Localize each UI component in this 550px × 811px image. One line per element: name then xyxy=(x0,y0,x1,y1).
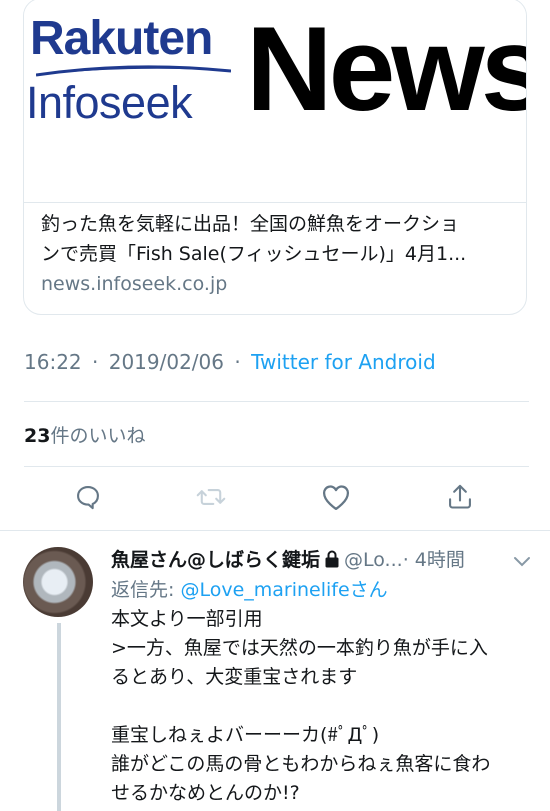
thread-line xyxy=(57,623,61,811)
divider xyxy=(24,401,529,402)
display-name[interactable]: 魚屋さん@しばらく鍵垢 xyxy=(111,549,320,571)
card-image: Rakuten Infoseek News xyxy=(24,0,527,202)
reply-to: 返信先: @Love_marinelifeさん xyxy=(111,575,388,602)
reply-to-mention-link[interactable]: @Love_marinelifeさん xyxy=(180,579,387,601)
like-icon[interactable] xyxy=(319,480,353,514)
body-line: 本文より一部引用 xyxy=(111,608,263,630)
meta-separator: · xyxy=(92,350,99,374)
meta-separator: · xyxy=(234,350,241,374)
body-line: 重宝しねぇよバーーーカ(#ﾟДﾟ) xyxy=(111,724,380,746)
likes-number: 23 xyxy=(24,425,51,447)
body-line xyxy=(111,692,531,721)
chevron-down-icon[interactable] xyxy=(513,553,531,572)
tweet-actions xyxy=(0,468,550,528)
avatar[interactable] xyxy=(23,547,93,617)
card-title-line: ンで売買「Fish Sale(フィッシュセール)」4月1... xyxy=(41,243,467,265)
reply-body: 本文より一部引用 >一方、魚屋では天然の一本釣り魚が手に入 るとあり、大変重宝さ… xyxy=(111,605,531,808)
infoseek-logo-text: Infoseek xyxy=(26,77,193,128)
tweet-source-link[interactable]: Twitter for Android xyxy=(251,350,436,374)
divider xyxy=(24,466,529,467)
reply-to-prefix: 返信先: xyxy=(111,579,181,601)
card-title: 釣った魚を気軽に出品！全国の鮮魚をオークショ ンで売買「Fish Sale(フィ… xyxy=(41,209,511,269)
reply-header: 魚屋さん@しばらく鍵垢 @Lo...· 4時間 xyxy=(111,545,531,573)
body-line: 誰がどこの馬の骨ともわからねぇ魚客に食わ xyxy=(111,753,491,775)
body-line: >一方、魚屋では天然の一本釣り魚が手に入 xyxy=(111,637,488,659)
card-domain: news.infoseek.co.jp xyxy=(41,273,228,295)
reply-tweet[interactable]: 魚屋さん@しばらく鍵垢 @Lo...· 4時間 返信先: @Love_marine… xyxy=(0,531,550,811)
body-line: るとあり、大変重宝されます xyxy=(111,666,358,688)
link-preview-card[interactable]: Rakuten Infoseek News 釣った魚を気軽に出品！全国の鮮魚をオ… xyxy=(23,0,527,315)
reply-time[interactable]: · 4時間 xyxy=(403,549,465,571)
tweet-date: 2019/02/06 xyxy=(108,350,224,374)
rakuten-swoosh-icon xyxy=(36,65,231,77)
card-title-line: 釣った魚を気軽に出品！全国の鮮魚をオークショ xyxy=(41,213,460,235)
card-divider xyxy=(24,202,526,203)
handle[interactable]: @Lo... xyxy=(344,549,403,571)
news-logo-text: News xyxy=(246,2,527,136)
rakuten-logo-text: Rakuten xyxy=(30,12,213,65)
likes-label: 件のいいね xyxy=(50,425,146,447)
lock-icon xyxy=(324,550,340,573)
likes-count-link[interactable]: 23件のいいね xyxy=(24,421,145,448)
tweet-meta: 16:22 · 2019/02/06 · Twitter for Android xyxy=(24,350,436,374)
retweet-icon[interactable] xyxy=(194,480,228,514)
reply-icon[interactable] xyxy=(71,480,105,514)
body-line: せるかなめとんのか!? xyxy=(111,782,300,804)
share-icon[interactable] xyxy=(443,480,477,514)
tweet-time: 16:22 xyxy=(24,350,82,374)
